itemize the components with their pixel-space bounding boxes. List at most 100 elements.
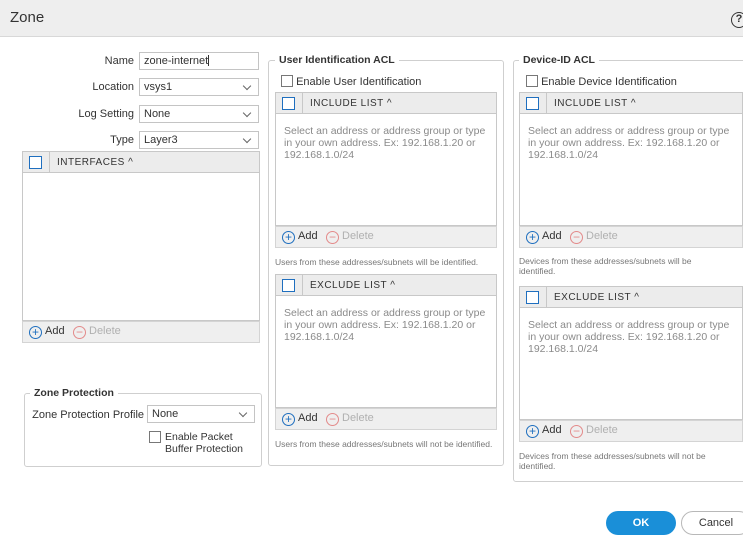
dialog-titlebar: Zone ? [0,0,743,37]
device-include-delete-label: Delete [586,230,618,242]
device-exclude-toolbar: + Add − Delete [519,420,743,442]
user-include-add-button[interactable]: + Add [282,230,318,244]
user-exclude-hint: Select an address or address group or ty… [284,307,486,343]
device-exclude-list-body[interactable]: Select an address or address group or ty… [519,308,743,420]
device-include-note: Devices from these addresses/subnets wil… [519,256,692,276]
ok-button[interactable]: OK [606,511,676,535]
type-select[interactable]: Layer3 [139,131,259,149]
enable-device-id-label: Enable Device Identification [541,76,677,88]
interfaces-add-button[interactable]: + Add [29,325,65,339]
enable-device-id-checkbox-box[interactable] [526,75,538,87]
interfaces-select-all-checkbox[interactable] [29,156,42,169]
chevron-up-icon: ^ [128,157,134,168]
device-include-delete-button[interactable]: − Delete [570,230,618,244]
user-include-delete-button[interactable]: − Delete [326,230,374,244]
location-select-value: vsys1 [144,81,173,93]
enable-user-id-label: Enable User Identification [296,76,422,88]
name-input[interactable]: zone-internet [139,52,259,70]
user-include-list-body[interactable]: Select an address or address group or ty… [275,114,497,226]
device-exclude-note: Devices from these addresses/subnets wil… [519,451,706,471]
zone-protection-profile-value: None [152,408,179,420]
header-divider [49,152,50,172]
user-exclude-note: Users from these addresses/subnets will … [275,439,493,449]
user-include-add-label: Add [298,230,318,242]
interfaces-delete-label: Delete [89,325,121,337]
enable-user-id-checkbox[interactable]: Enable User Identification [281,75,421,88]
interfaces-add-label: Add [45,325,65,337]
interfaces-toolbar: + Add − Delete [22,321,260,343]
interfaces-list-header: INTERFACES ^ [22,151,260,173]
enable-user-id-checkbox-box[interactable] [281,75,293,87]
device-exclude-delete-label: Delete [586,424,618,436]
user-include-hint: Select an address or address group or ty… [284,125,486,161]
zone-protection-legend: Zone Protection [30,387,118,399]
minus-icon: − [570,231,583,244]
user-include-select-all-checkbox[interactable] [282,97,295,110]
device-include-select-all-checkbox[interactable] [526,97,539,110]
packet-buffer-checkbox[interactable] [149,431,161,444]
device-exclude-sort-header[interactable]: EXCLUDE LIST ^ [554,292,639,303]
zone-protection-profile-label: Zone Protection Profile [32,409,144,421]
interfaces-list-body[interactable] [22,173,260,321]
packet-buffer-label: Enable Packet Buffer Protection [165,431,243,455]
log-setting-select[interactable]: None [139,105,259,123]
type-select-value: Layer3 [144,134,178,146]
device-exclude-list-header: EXCLUDE LIST ^ [519,286,743,308]
header-divider [302,275,303,295]
plus-icon: + [526,425,539,438]
user-exclude-header-label: EXCLUDE LIST [310,280,387,291]
user-include-delete-label: Delete [342,230,374,242]
device-exclude-select-all-checkbox[interactable] [526,291,539,304]
name-label: Name [104,55,134,67]
user-exclude-sort-header[interactable]: EXCLUDE LIST ^ [310,280,395,291]
device-id-acl-legend: Device-ID ACL [519,54,599,66]
plus-icon: + [29,326,42,339]
device-include-sort-header[interactable]: INCLUDE LIST ^ [554,98,636,109]
minus-icon: − [326,231,339,244]
device-include-list-header: INCLUDE LIST ^ [519,92,743,114]
plus-icon: + [282,231,295,244]
user-exclude-delete-label: Delete [342,412,374,424]
device-exclude-delete-button[interactable]: − Delete [570,424,618,438]
name-input-value: zone-internet [144,55,209,67]
interfaces-sort-header[interactable]: INTERFACES ^ [57,157,133,168]
device-include-toolbar: + Add − Delete [519,226,743,248]
user-exclude-toolbar: + Add − Delete [275,408,497,430]
user-exclude-list-header: EXCLUDE LIST ^ [275,274,497,296]
minus-icon: − [570,425,583,438]
user-exclude-list-body[interactable]: Select an address or address group or ty… [275,296,497,408]
interfaces-delete-button[interactable]: − Delete [73,325,121,339]
interfaces-header-label: INTERFACES [57,157,125,168]
device-include-list-body[interactable]: Select an address or address group or ty… [519,114,743,226]
zone-protection-profile-select[interactable]: None [147,405,255,423]
header-divider [302,93,303,113]
user-exclude-delete-button[interactable]: − Delete [326,412,374,426]
user-include-header-label: INCLUDE LIST [310,98,384,109]
device-exclude-header-label: EXCLUDE LIST [554,292,631,303]
device-exclude-add-button[interactable]: + Add [526,424,562,438]
user-include-toolbar: + Add − Delete [275,226,497,248]
user-include-sort-header[interactable]: INCLUDE LIST ^ [310,98,392,109]
chevron-up-icon: ^ [630,98,637,109]
enable-device-id-checkbox[interactable]: Enable Device Identification [526,75,677,88]
dialog-title: Zone [10,9,45,26]
chevron-up-icon: ^ [634,292,640,303]
chevron-up-icon: ^ [386,98,393,109]
cancel-button[interactable]: Cancel [681,511,743,535]
device-include-add-label: Add [542,230,562,242]
user-include-note: Users from these addresses/subnets will … [275,257,479,267]
user-exclude-add-button[interactable]: + Add [282,412,318,426]
user-exclude-select-all-checkbox[interactable] [282,279,295,292]
header-divider [546,287,547,307]
minus-icon: − [326,413,339,426]
location-select[interactable]: vsys1 [139,78,259,96]
packet-buffer-checkbox-box[interactable] [149,431,161,443]
user-include-list-header: INCLUDE LIST ^ [275,92,497,114]
user-exclude-add-label: Add [298,412,318,424]
device-include-add-button[interactable]: + Add [526,230,562,244]
device-include-header-label: INCLUDE LIST [554,98,628,109]
plus-icon: + [526,231,539,244]
location-label: Location [92,81,134,93]
question-icon[interactable]: ? [731,12,743,28]
device-include-hint: Select an address or address group or ty… [528,125,730,161]
